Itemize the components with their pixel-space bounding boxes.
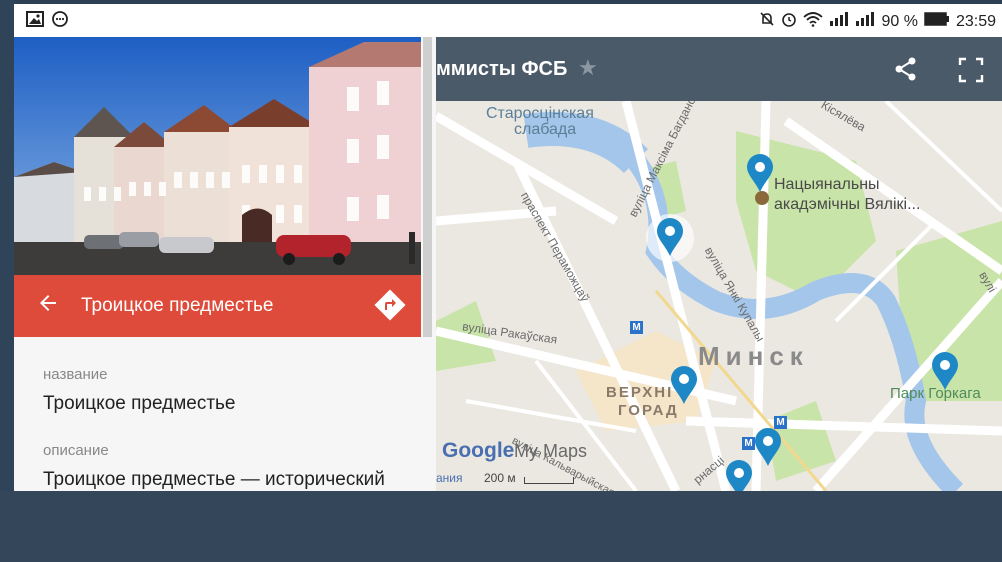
map-marker-pin-selected[interactable] [655, 217, 685, 257]
back-arrow-icon[interactable] [36, 291, 60, 321]
map-title: ммисты ФСБ [436, 58, 568, 80]
map-label-sloboda: слабада [514, 121, 577, 138]
fullscreen-icon[interactable] [958, 57, 984, 83]
status-bar: 90 % 23:59 [14, 4, 1002, 37]
map-header: ммисты ФСБ ★ [436, 37, 1002, 101]
map-scale-label: 200 м [484, 471, 516, 485]
map-marker-pin[interactable] [930, 351, 960, 391]
map-marker-pin[interactable] [745, 153, 775, 193]
frame-left-edge [0, 0, 14, 495]
field-label-description: описание [43, 442, 109, 459]
place-detail-panel: Троицкое предместье название Троицкое пр… [14, 37, 436, 491]
field-label-name: название [43, 366, 108, 383]
place-title-bar: Троицкое предместье [14, 275, 421, 337]
map-terms-link[interactable]: ания [436, 471, 463, 485]
device-bottom-bar [0, 491, 1002, 562]
map-view[interactable]: Старосцінская слабада Кісялёва вуліца Ма… [436, 101, 1002, 491]
map-label-natsionalny: Нацыянальны [774, 176, 880, 193]
battery-icon [924, 12, 950, 31]
map-marker-pin[interactable] [753, 427, 783, 467]
directions-icon[interactable] [372, 287, 408, 323]
map-label-akademichny: акадэмічны Вялікі... [774, 196, 921, 213]
panel-scrollbar[interactable] [423, 37, 432, 337]
place-photo [14, 37, 421, 275]
place-title: Троицкое предместье [81, 295, 274, 316]
share-icon[interactable] [892, 55, 920, 83]
signal-icon [855, 11, 875, 32]
clock-time: 23:59 [955, 12, 996, 30]
field-value-description: Троицкое предместье — исторический [43, 469, 385, 490]
app-screen: Троицкое предместье название Троицкое пр… [14, 37, 1002, 491]
alarm-icon [781, 11, 797, 32]
mute-icon [759, 11, 775, 32]
map-marker-pin[interactable] [669, 365, 699, 405]
signal-icon [829, 11, 849, 32]
theatre-icon [755, 191, 769, 205]
message-icon [52, 11, 68, 32]
map-marker-pin[interactable] [724, 459, 754, 491]
map-label-verkhni: ВЕРХНІ [606, 384, 674, 401]
metro-icon: M [630, 321, 643, 334]
image-icon [26, 11, 44, 32]
wifi-icon [803, 11, 824, 32]
map-label-minsk: Минск [698, 341, 809, 371]
star-icon[interactable]: ★ [578, 55, 598, 81]
mymaps-logo: My Maps [514, 441, 588, 461]
field-value-name: Троицкое предместье [43, 393, 236, 414]
google-logo: Google [442, 439, 515, 462]
battery-percent: 90 % [881, 12, 918, 30]
map-scale-bar [524, 477, 574, 484]
